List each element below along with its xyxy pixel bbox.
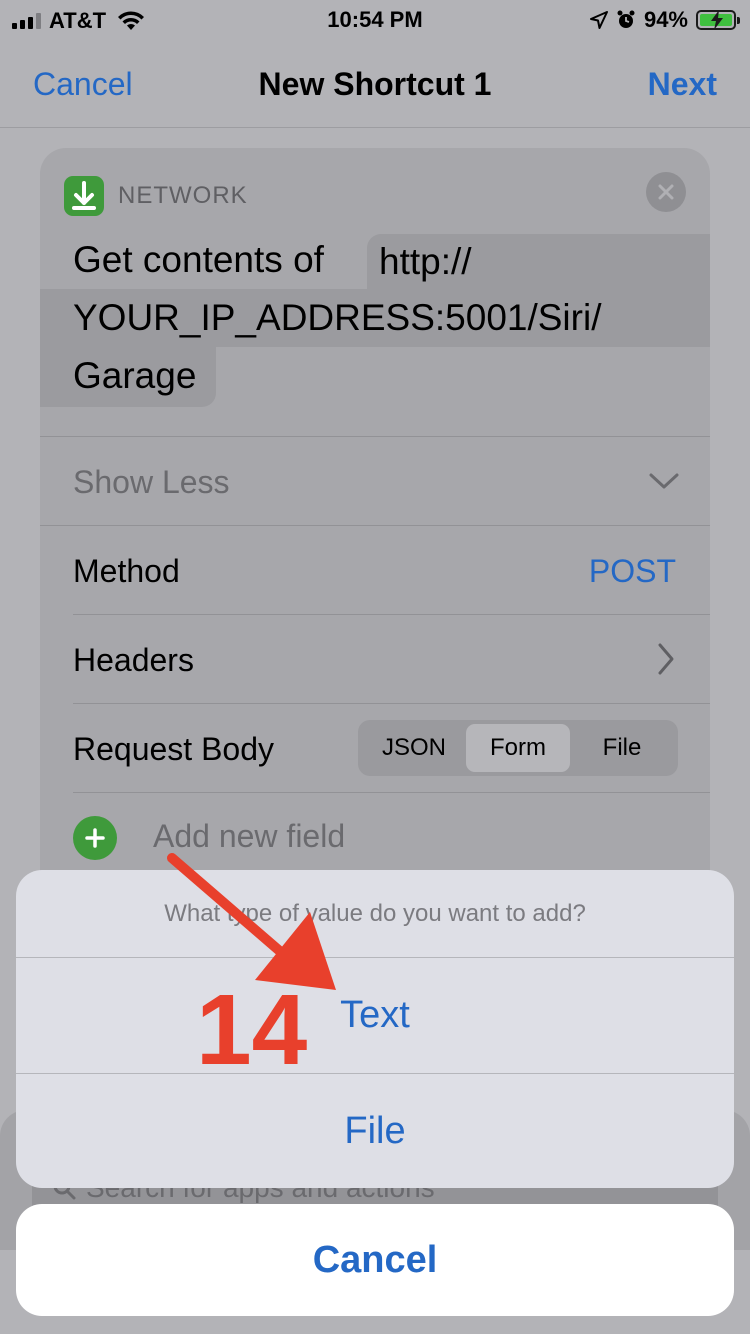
battery-icon [696,10,740,30]
action-sheet-cancel-button[interactable]: Cancel [16,1204,734,1316]
step-number-annotation: 14 [196,974,308,1086]
show-less-label[interactable]: Show Less [73,464,230,501]
segment-form[interactable]: Form [466,724,570,772]
card-header: NETWORK [64,176,248,216]
request-body-segmented-control: JSON Form File [358,720,678,776]
add-icon[interactable] [73,816,117,860]
option-text-button[interactable]: Text [16,958,734,1073]
url-token-part2[interactable]: YOUR_IP_ADDRESS:5001/Siri/ [40,289,710,347]
status-bar: AT&T 10:54 PM 94% [0,0,750,40]
location-icon [589,11,608,29]
method-label: Method [73,553,180,589]
chevron-right-icon[interactable] [656,642,676,676]
add-new-field-button[interactable]: Add new field [153,818,345,855]
alarm-icon [617,10,635,28]
action-prefix-text: Get contents of [73,239,324,280]
battery-percent: 94% [643,7,688,32]
request-body-label: Request Body [73,731,275,767]
method-value[interactable]: POST [589,553,676,590]
headers-label[interactable]: Headers [73,642,194,679]
value-type-action-sheet: What type of value do you want to add? T… [16,870,734,1188]
nav-next-button[interactable]: Next [648,66,717,103]
page-title: New Shortcut 1 [258,66,492,102]
segment-file[interactable]: File [570,724,674,772]
get-contents-action-card: NETWORK Get contents of http:// YOUR_IP_… [40,148,710,968]
option-file-button[interactable]: File [16,1073,734,1188]
close-icon[interactable] [646,172,686,212]
status-right: 94% [589,7,740,33]
navigation-bar: Cancel New Shortcut 1 Next [0,40,750,128]
card-category: NETWORK [118,182,248,209]
divider [40,525,710,526]
action-sheet-title: What type of value do you want to add? [16,870,734,958]
segment-json[interactable]: JSON [362,724,466,772]
divider [73,614,710,615]
url-token-part1[interactable]: http:// [367,234,710,289]
divider [73,703,710,704]
divider [40,436,710,437]
divider [73,792,710,793]
chevron-down-icon[interactable] [648,470,680,492]
network-download-icon [64,176,104,216]
url-token-part3[interactable]: Garage [40,347,216,407]
